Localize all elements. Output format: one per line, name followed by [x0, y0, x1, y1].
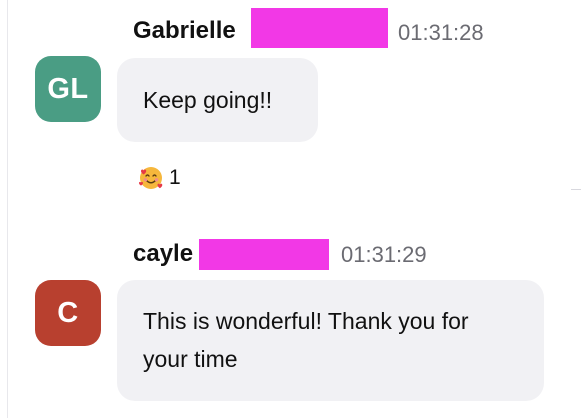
message-text: This is wonderful! Thank you for your ti… [143, 308, 469, 372]
reaction-chip[interactable]: 1 [138, 163, 181, 193]
sender-name[interactable]: Gabrielle [133, 17, 236, 45]
message-bubble: This is wonderful! Thank you for your ti… [117, 280, 544, 401]
avatar[interactable]: GL [35, 56, 101, 122]
message-bubble: Keep going!! [117, 58, 318, 142]
chat-thread: GL Gabrielle 01:31:28 Keep going!! 1 C c… [0, 0, 584, 418]
timestamp: 01:31:28 [398, 20, 484, 45]
thread-left-border [7, 0, 8, 418]
message-text: Keep going!! [143, 87, 273, 113]
timestamp: 01:31:29 [341, 242, 427, 267]
sender-name[interactable]: cayle [133, 240, 193, 268]
avatar[interactable]: C [35, 280, 101, 346]
divider [571, 189, 581, 190]
reaction-count: 1 [169, 166, 181, 189]
smiling-face-with-hearts-icon [139, 167, 163, 189]
redaction-box [199, 239, 329, 270]
redaction-box [251, 8, 388, 48]
